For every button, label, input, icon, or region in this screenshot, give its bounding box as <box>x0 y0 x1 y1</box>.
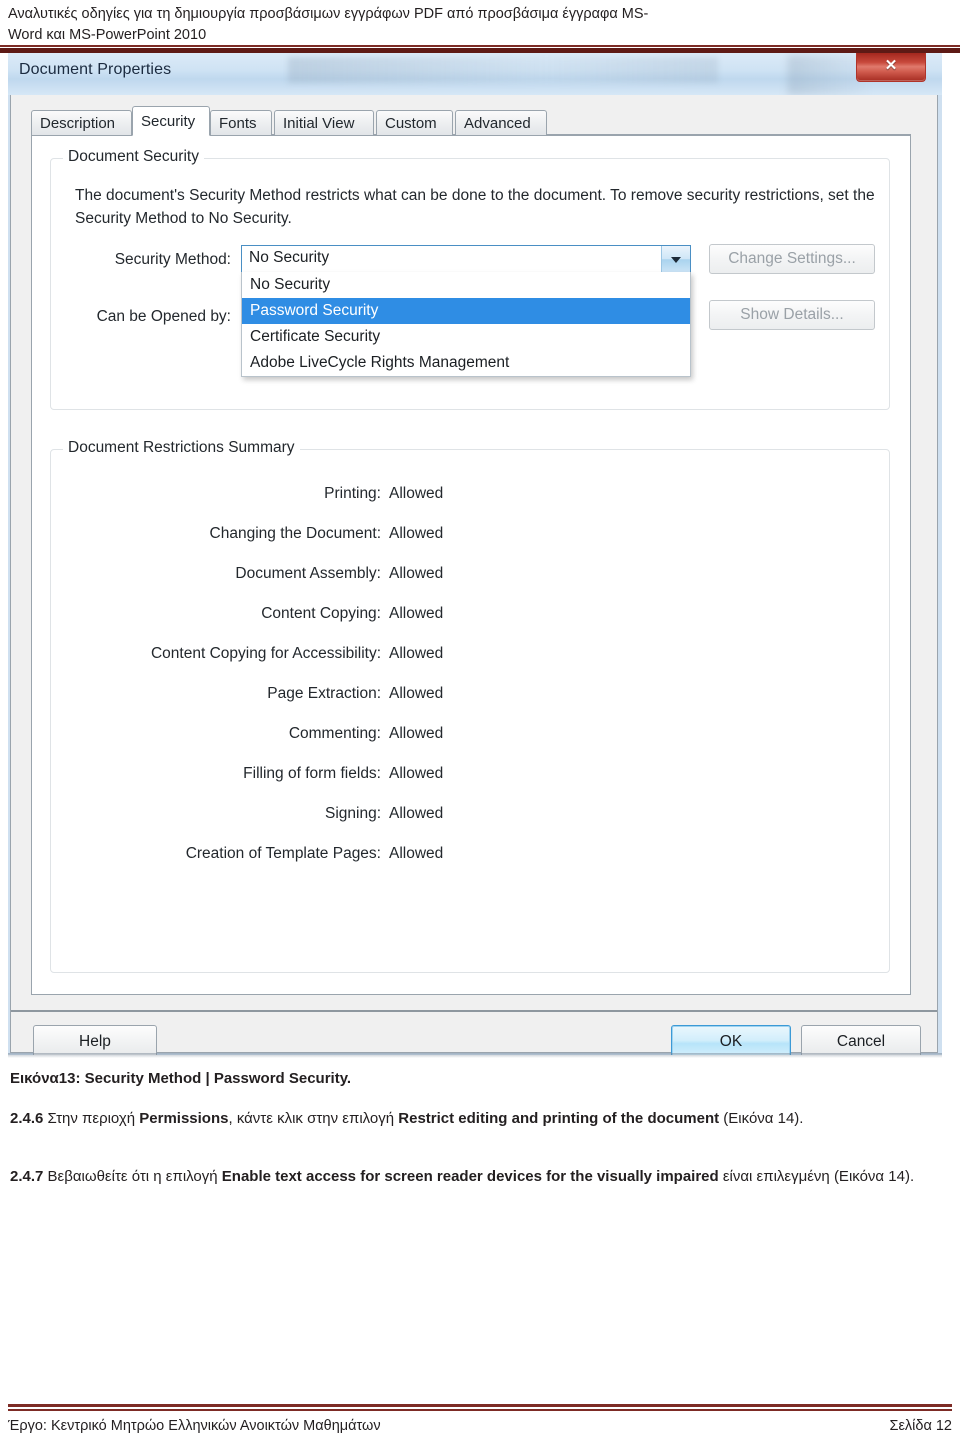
restriction-key: Commenting: <box>288 725 381 742</box>
chevron-down-icon[interactable] <box>661 246 690 272</box>
restriction-key: Content Copying: <box>261 605 381 622</box>
document-restrictions-group: Document Restrictions Summary Printing: … <box>50 439 890 973</box>
document-security-group: Document Security The document's Securit… <box>50 148 890 410</box>
dialog-title: Document Properties <box>19 61 172 78</box>
show-details-button[interactable]: Show Details... <box>709 300 875 330</box>
dialog-footer-divider <box>11 1010 937 1012</box>
tab-fonts[interactable]: Fonts <box>210 110 272 135</box>
ok-button[interactable]: OK <box>671 1025 791 1055</box>
dialog-body: Description Security Fonts Initial View … <box>10 95 938 1055</box>
tab-security[interactable]: Security <box>132 106 210 136</box>
restriction-value: Allowed <box>389 805 444 822</box>
help-button[interactable]: Help <box>33 1025 157 1055</box>
restriction-value: Allowed <box>389 645 444 662</box>
screenshot-document-properties-dialog: Document Properties ✕ Description Securi… <box>8 53 942 1055</box>
tab-advanced[interactable]: Advanced <box>455 110 547 135</box>
figure-caption: Εικόνα13: Security Method | Password Sec… <box>10 1070 352 1087</box>
restriction-value: Allowed <box>389 525 444 542</box>
restriction-key: Filling of form fields: <box>243 765 381 782</box>
security-method-combobox[interactable]: No Security <box>241 245 691 273</box>
change-settings-button[interactable]: Change Settings... <box>709 244 875 274</box>
step-2-4-7: 2.4.7 Βεβαιωθείτε ότι η επιλογή Enable t… <box>10 1168 915 1185</box>
restriction-key: Changing the Document: <box>209 525 381 542</box>
restriction-key: Printing: <box>324 485 381 502</box>
tab-strip: Description Security Fonts Initial View … <box>31 106 911 136</box>
footer-divider <box>8 1404 952 1412</box>
footer-project-text: Έργο: Κεντρικό Μητρώο Ελληνικών Ανοικτών… <box>8 1418 381 1434</box>
security-tab-panel: Document Security The document's Securit… <box>31 135 911 995</box>
screenshot-bottom-shadow <box>8 1053 942 1058</box>
document-header-line-2: Word και MS-PowerPoint 2010 <box>8 26 207 43</box>
tab-custom[interactable]: Custom <box>376 110 453 135</box>
document-restrictions-legend: Document Restrictions Summary <box>63 439 300 457</box>
restriction-key: Page Extraction: <box>267 685 381 702</box>
restriction-value: Allowed <box>389 845 444 862</box>
close-icon[interactable]: ✕ <box>856 53 926 82</box>
restriction-value: Allowed <box>389 765 444 782</box>
document-header-line-1: Αναλυτικές οδηγίες για τη δημιουργία προ… <box>8 6 649 22</box>
document-security-description: The document's Security Method restricts… <box>75 187 875 227</box>
step-2-4-6: 2.4.6 Στην περιοχή Permissions, κάντε κλ… <box>10 1110 804 1127</box>
restriction-value: Allowed <box>389 565 444 582</box>
tab-initial-view[interactable]: Initial View <box>274 110 374 135</box>
restriction-value: Allowed <box>389 605 444 622</box>
security-method-value: No Security <box>249 249 330 266</box>
tab-description[interactable]: Description <box>31 110 132 135</box>
restriction-key: Content Copying for Accessibility: <box>150 645 381 662</box>
restriction-value: Allowed <box>389 725 444 742</box>
dropdown-option-certificate-security[interactable]: Certificate Security <box>242 324 690 350</box>
titlebar-glass-blur <box>288 57 718 83</box>
security-method-label: Security Method: <box>114 251 231 268</box>
restriction-key: Signing: <box>324 805 381 822</box>
dropdown-option-no-security[interactable]: No Security <box>242 272 690 298</box>
security-method-dropdown-list[interactable]: No Security Password Security Certificat… <box>241 272 691 377</box>
restriction-value: Allowed <box>389 685 444 702</box>
restriction-key: Creation of Template Pages: <box>185 845 381 862</box>
restriction-key: Document Assembly: <box>235 565 381 582</box>
dropdown-option-password-security[interactable]: Password Security <box>242 298 690 324</box>
document-security-legend: Document Security <box>63 148 204 166</box>
footer-page-number: Σελίδα 12 <box>889 1418 952 1434</box>
footer-project: Έργο: Κεντρικό Μητρώο Ελληνικών Ανοικτών… <box>8 1418 381 1434</box>
document-header: Αναλυτικές οδηγίες για τη δημιουργία προ… <box>8 4 952 45</box>
cancel-button[interactable]: Cancel <box>801 1025 921 1055</box>
can-be-opened-by-label: Can be Opened by: <box>96 308 231 325</box>
dialog-titlebar[interactable]: Document Properties ✕ <box>8 53 942 95</box>
dropdown-option-adobe-livecycle[interactable]: Adobe LiveCycle Rights Management <box>242 350 690 376</box>
restriction-value: Allowed <box>389 485 444 502</box>
